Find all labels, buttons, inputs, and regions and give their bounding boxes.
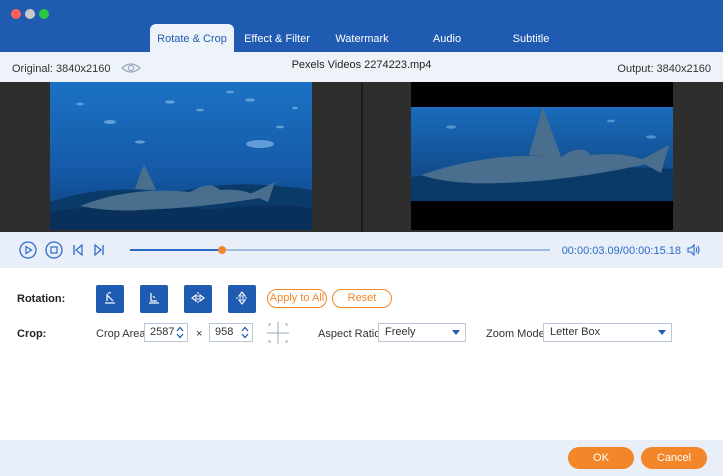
output-video-frame[interactable] [411, 82, 673, 230]
play-icon[interactable] [19, 241, 37, 262]
reset-button[interactable]: Reset [332, 289, 392, 308]
file-info-bar: Original: 3840x2160 Pexels Videos 227422… [0, 52, 723, 82]
progress-handle[interactable] [218, 246, 227, 254]
rotate-right-icon [146, 290, 162, 309]
maximize-window-button[interactable] [39, 9, 49, 19]
crop-width-value: 2587 [150, 326, 175, 338]
tab-audio[interactable]: Audio [420, 24, 474, 52]
aspect-ratio-select[interactable]: Freely [378, 323, 466, 342]
zoom-mode-label: Zoom Mode: [486, 328, 548, 340]
playback-controls: 00:00:03.09/00:00:15.18 [0, 232, 723, 268]
current-time: 00:00:03.09 [561, 245, 620, 257]
crop-height-stepper[interactable]: 958 [209, 323, 253, 342]
center-crop-icon[interactable] [266, 321, 290, 348]
file-name: Pexels Videos 2274223.mp4 [291, 59, 432, 71]
flip-vertical-button[interactable] [228, 285, 256, 313]
close-window-button[interactable] [11, 9, 21, 19]
cancel-button[interactable]: Cancel [641, 447, 707, 469]
time-display: 00:00:03.09/00:00:15.18 [562, 245, 681, 257]
video-preview-area [0, 82, 723, 232]
progress-slider[interactable] [130, 246, 550, 254]
aspect-ratio-value: Freely [385, 326, 416, 338]
stop-icon[interactable] [45, 241, 63, 262]
preview-divider [361, 82, 363, 232]
minimize-window-button[interactable] [25, 9, 35, 19]
crop-label: Crop: [17, 328, 47, 340]
times-sign: × [196, 328, 203, 340]
chevron-down-icon [658, 330, 666, 335]
next-frame-icon[interactable] [93, 243, 105, 259]
progress-fill [130, 249, 223, 251]
ok-button[interactable]: OK [568, 447, 634, 469]
previous-frame-icon[interactable] [72, 243, 84, 259]
chevron-down-icon [452, 330, 460, 335]
total-time: 00:00:15.18 [622, 245, 681, 257]
zoom-mode-value: Letter Box [550, 326, 601, 338]
zoom-mode-select[interactable]: Letter Box [543, 323, 672, 342]
original-video-frame[interactable] [50, 82, 312, 230]
aspect-ratio-label: Aspect Ratio: [318, 328, 384, 340]
tab-watermark[interactable]: Watermark [330, 24, 394, 52]
rotate-left-icon [102, 290, 118, 309]
tab-rotate-crop[interactable]: Rotate & Crop [150, 24, 234, 52]
rotate-left-button[interactable] [96, 285, 124, 313]
flip-horizontal-icon [190, 290, 206, 309]
output-resolution: Output: 3840x2160 [617, 63, 711, 75]
crop-height-value: 958 [215, 326, 234, 338]
tab-subtitle[interactable]: Subtitle [503, 24, 559, 52]
volume-icon[interactable] [687, 243, 701, 260]
tab-effect-filter[interactable]: Effect & Filter [240, 24, 314, 52]
stepper-arrows-icon[interactable] [240, 325, 250, 340]
title-bar: Rotate & Crop Effect & Filter Watermark … [0, 0, 723, 52]
stepper-arrows-icon[interactable] [175, 325, 185, 340]
apply-to-all-button[interactable]: Apply to All [267, 289, 327, 308]
crop-area-label: Crop Area: [96, 328, 149, 340]
flip-horizontal-button[interactable] [184, 285, 212, 313]
rotation-label: Rotation: [17, 293, 66, 305]
flip-vertical-icon [234, 290, 250, 309]
rotate-right-button[interactable] [140, 285, 168, 313]
crop-width-stepper[interactable]: 2587 [144, 323, 188, 342]
